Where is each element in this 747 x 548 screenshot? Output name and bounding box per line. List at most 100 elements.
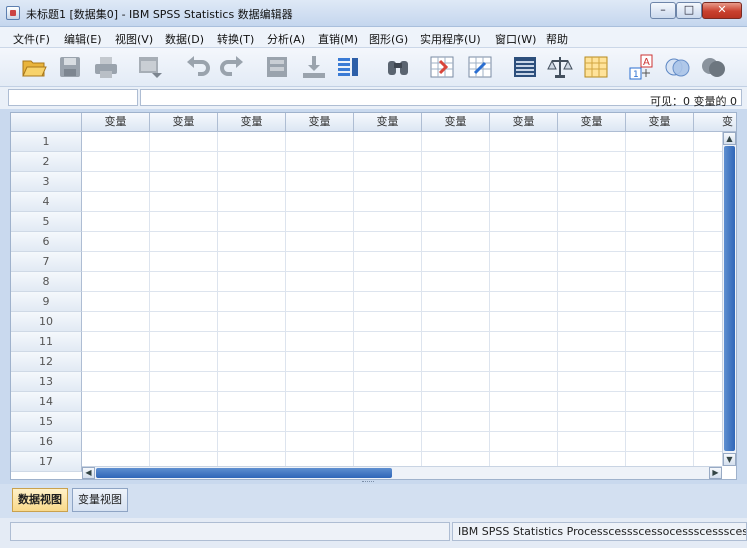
close-button[interactable]: ✕ (702, 2, 742, 19)
column-header[interactable]: 变量 (218, 113, 286, 132)
menu-view[interactable]: 视图(V) (115, 31, 153, 47)
insert-cases-icon[interactable] (428, 53, 456, 81)
show-all-icon[interactable] (700, 53, 728, 81)
row-header[interactable]: 2 (11, 152, 82, 172)
column-header[interactable]: 变量 (490, 113, 558, 132)
insert-variable-icon[interactable] (466, 53, 494, 81)
menu-bar: 文件(F) 编辑(E) 视图(V) 数据(D) 转换(T) 分析(A) 直销(M… (0, 27, 747, 48)
column-header[interactable]: 变 (694, 113, 736, 132)
row-header[interactable]: 10 (11, 312, 82, 332)
menu-help[interactable]: 帮助 (546, 31, 568, 47)
open-icon[interactable] (20, 53, 48, 81)
row-gridline (82, 371, 722, 372)
row-gridline (82, 351, 722, 352)
column-gridline (557, 132, 558, 466)
row-gridline (82, 191, 722, 192)
row-header[interactable]: 14 (11, 392, 82, 412)
row-gridline (82, 171, 722, 172)
row-header[interactable]: 9 (11, 292, 82, 312)
svg-text:1: 1 (633, 70, 639, 80)
row-header[interactable]: 1 (11, 132, 82, 152)
column-header[interactable]: 变量 (354, 113, 422, 132)
scroll-up-icon[interactable]: ▲ (723, 132, 736, 145)
scroll-right-icon[interactable]: ▶ (709, 467, 722, 479)
select-cases-icon[interactable] (582, 53, 610, 81)
column-gridline (421, 132, 422, 466)
cell-editor-row: 可见：0 变量的 0 (0, 87, 747, 109)
row-header[interactable]: 3 (11, 172, 82, 192)
column-gridline (353, 132, 354, 466)
row-header[interactable]: 12 (11, 352, 82, 372)
column-header[interactable]: 变量 (286, 113, 354, 132)
menu-utilities[interactable]: 实用程序(U) (420, 31, 481, 47)
row-gridline (82, 151, 722, 152)
tab-data-view[interactable]: 数据视图 (12, 488, 68, 512)
grid-corner[interactable] (11, 113, 82, 132)
processor-status: IBM SPSS Statistics Processcessscessoces… (452, 522, 747, 541)
menu-window[interactable]: 窗口(W) (495, 31, 536, 47)
data-grid[interactable]: 变量 变量 变量 变量 变量 变量 变量 变量 变量变 1 2 3 4 5 6 7 8 9 10 11 12 13 14 1… (10, 112, 737, 480)
toolbar: A1 (0, 48, 747, 87)
save-icon[interactable] (56, 53, 84, 81)
use-sets-icon[interactable] (664, 53, 692, 81)
goto-variable-icon[interactable] (300, 53, 328, 81)
variables-icon[interactable] (334, 53, 362, 81)
cell-reference-field[interactable] (8, 89, 138, 106)
row-header[interactable]: 7 (11, 252, 82, 272)
split-file-icon[interactable] (511, 53, 539, 81)
column-header[interactable]: 变量 (626, 113, 694, 132)
title-bar: 未标题1 [数据集0] - IBM SPSS Statistics 数据编辑器 … (0, 0, 747, 27)
tab-variable-view[interactable]: 变量视图 (72, 488, 128, 512)
row-gridline (82, 451, 722, 452)
menu-transform[interactable]: 转换(T) (217, 31, 254, 47)
value-labels-icon[interactable]: A1 (628, 53, 656, 81)
row-gridline (82, 251, 722, 252)
menu-analyze[interactable]: 分析(A) (267, 31, 305, 47)
scroll-down-icon[interactable]: ▼ (723, 453, 736, 466)
vertical-scroll-thumb[interactable] (724, 146, 735, 451)
menu-data[interactable]: 数据(D) (165, 31, 204, 47)
column-header[interactable]: 变量 (422, 113, 490, 132)
row-gridline (82, 431, 722, 432)
app-icon (6, 6, 20, 20)
row-gridline (82, 271, 722, 272)
visible-variables-status: 可见：0 变量的 0 (650, 95, 737, 108)
status-message-area (10, 522, 450, 541)
vertical-scrollbar[interactable]: ▲ ▼ (722, 132, 736, 466)
status-bar: IBM SPSS Statistics Processcessscessoces… (0, 518, 747, 548)
row-header[interactable]: 4 (11, 192, 82, 212)
find-icon[interactable] (384, 53, 412, 81)
menu-graphs[interactable]: 图形(G) (369, 31, 408, 47)
row-header[interactable]: 11 (11, 332, 82, 352)
row-gridline (82, 211, 722, 212)
row-header[interactable]: 13 (11, 372, 82, 392)
dialog-recall-icon[interactable] (136, 53, 164, 81)
goto-case-icon[interactable] (264, 53, 292, 81)
row-header[interactable]: 15 (11, 412, 82, 432)
row-header[interactable]: 5 (11, 212, 82, 232)
column-header[interactable]: 变量 (558, 113, 626, 132)
menu-file[interactable]: 文件(F) (13, 31, 50, 47)
horizontal-scrollbar[interactable]: ◀ ▶ (82, 466, 722, 479)
window-title: 未标题1 [数据集0] - IBM SPSS Statistics 数据编辑器 (26, 8, 293, 21)
column-gridline (285, 132, 286, 466)
undo-icon[interactable] (184, 53, 212, 81)
row-gridline (82, 331, 722, 332)
column-header[interactable]: 变量 (150, 113, 218, 132)
maximize-button[interactable]: □ (676, 2, 702, 19)
column-header[interactable]: 变量 (82, 113, 150, 132)
weight-cases-icon[interactable] (546, 53, 574, 81)
row-header[interactable]: 17 (11, 452, 82, 472)
menu-edit[interactable]: 编辑(E) (64, 31, 102, 47)
scroll-left-icon[interactable]: ◀ (82, 467, 95, 479)
redo-icon[interactable] (218, 53, 246, 81)
minimize-button[interactable]: – (650, 2, 676, 19)
row-header[interactable]: 8 (11, 272, 82, 292)
horizontal-scroll-thumb[interactable] (96, 468, 392, 478)
row-gridline (82, 411, 722, 412)
print-icon[interactable] (92, 53, 120, 81)
menu-direct-marketing[interactable]: 直销(M) (318, 31, 358, 47)
row-gridline (82, 391, 722, 392)
row-header[interactable]: 16 (11, 432, 82, 452)
row-header[interactable]: 6 (11, 232, 82, 252)
